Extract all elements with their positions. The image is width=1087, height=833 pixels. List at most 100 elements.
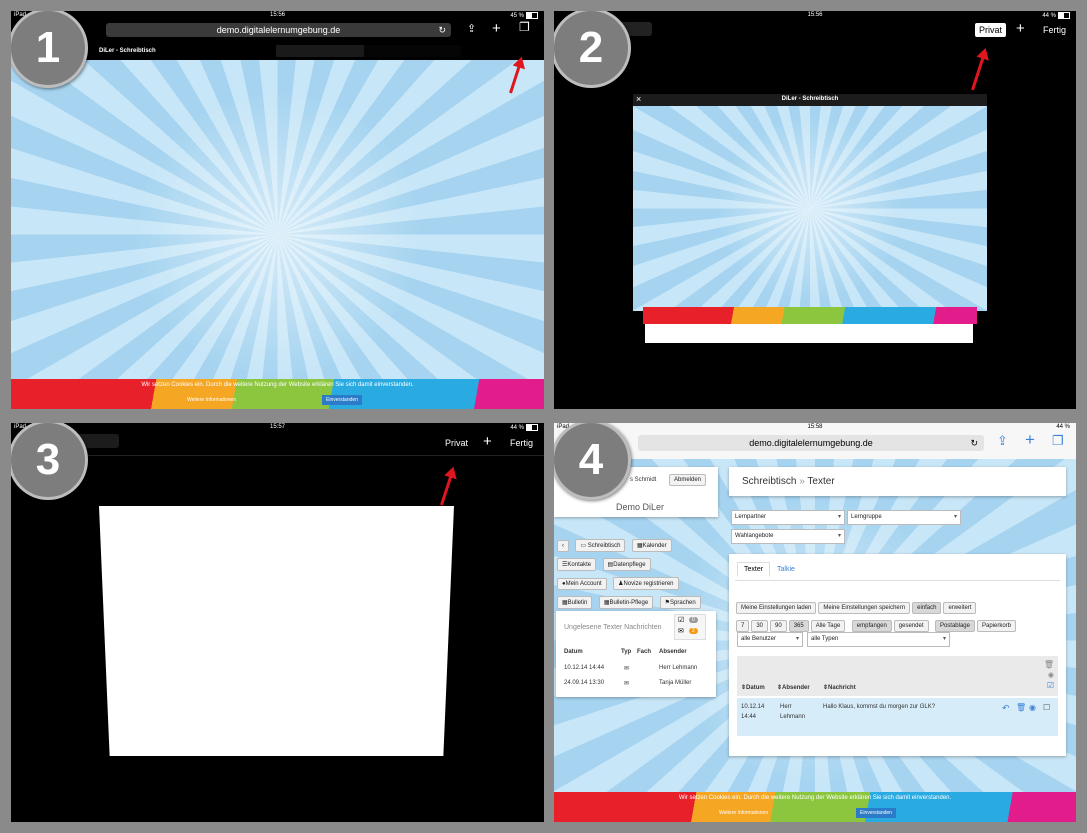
tab-card-footer <box>645 324 973 343</box>
cookie-banner: Wir setzen Cookies ein. Durch die weiter… <box>554 792 1076 822</box>
tab-title[interactable]: DiLer - Schreibtisch <box>99 48 156 54</box>
nav-mein-account[interactable]: ●Mein Account <box>557 578 607 590</box>
battery-percent: 45 % <box>510 13 524 20</box>
agree-button[interactable]: Einverstanden <box>856 808 896 818</box>
tabs-overview-icon[interactable]: ❐ <box>1052 433 1064 449</box>
eye-icon[interactable]: ◉ <box>1029 703 1036 712</box>
save-settings-button[interactable]: Meine Einstellungen speichern <box>818 602 911 614</box>
nav-sprachen[interactable]: ⚑Sprachen <box>659 596 701 609</box>
status-bar: iPad 15:58 44 % <box>554 423 1076 433</box>
panel-step-4: iPad 15:58 44 % demo.digitalelernumgebun… <box>554 423 1076 822</box>
share-icon[interactable]: ⇪ <box>997 433 1008 449</box>
tab-card-cookie-banner <box>643 307 977 324</box>
agree-button[interactable]: Einverstanden <box>322 395 362 405</box>
col-message[interactable]: Nachricht <box>828 685 856 691</box>
all-days-button[interactable]: Alle Tage <box>810 620 846 632</box>
main-nav: ‹ ▭ Schreibtisch ▦Kalender ☰Kontakte ▤Da… <box>556 534 716 610</box>
user-select[interactable]: alle Benutzer <box>737 632 803 647</box>
delete-icon[interactable]: 🗑 <box>1044 660 1054 669</box>
filter-wahlangebote[interactable]: Wahlangebote <box>731 529 845 544</box>
filter-lerngruppe[interactable]: Lerngruppe <box>847 510 961 525</box>
privat-button[interactable]: Privat <box>445 438 468 448</box>
col-sender[interactable]: Absender <box>782 685 810 691</box>
days-365-button[interactable]: 365 <box>788 620 809 632</box>
add-tab-icon[interactable]: + <box>492 20 501 37</box>
breadcrumb-home[interactable]: Schreibtisch <box>742 476 796 487</box>
count-badge: 2 <box>689 628 698 634</box>
back-button[interactable]: ‹ <box>557 540 569 552</box>
fertig-button[interactable]: Fertig <box>1043 25 1066 35</box>
privat-button[interactable]: Privat <box>975 23 1007 37</box>
share-icon[interactable]: ⇪ <box>467 22 476 35</box>
nav-bulletin[interactable]: ▦Bulletin <box>557 596 593 609</box>
days-30-button[interactable]: 30 <box>751 620 769 632</box>
message-list-header: 🗑 ◉ ☑ ⇕Datum ⇕Absender ⇕Nachricht <box>737 656 1058 696</box>
envelope-icon: ✉ <box>624 666 630 672</box>
nav-datenpflege[interactable]: ▤Datenpflege <box>602 558 651 571</box>
browser-toolbar: iPad 15:58 44 % demo.digitalelernumgebun… <box>554 423 1076 459</box>
address-bar[interactable]: demo.digitalelernumgebung.de ↻ <box>106 23 451 37</box>
tab-talkie[interactable]: Talkie <box>777 566 795 573</box>
texter-card: Texter Talkie Meine Einstellungen laden M… <box>729 554 1066 756</box>
type-select[interactable]: alle Typen <box>807 632 950 647</box>
settings-row: Meine Einstellungen laden Meine Einstellu… <box>735 596 977 615</box>
address-bar[interactable]: demo.digitalelernumgebung.de ↻ <box>638 435 984 451</box>
unread-title: Ungelesene Texter Nachrichten <box>564 624 662 631</box>
nav-novize-registrieren[interactable]: ♟Novize registrieren <box>613 577 679 590</box>
days-90-button[interactable]: 90 <box>770 620 787 632</box>
more-info-link[interactable]: Weitere Informationen <box>719 810 768 816</box>
panel-step-1: 1 iPad 15:56 45 % demo.digitalelernumgeb… <box>11 11 544 409</box>
panel-step-2: 2 15:56 44 % Privat + Fertig × DiLer - S… <box>554 11 1076 409</box>
status-time: 15:57 <box>269 424 285 430</box>
tab-card-header: × DiLer - Schreibtisch <box>633 94 987 106</box>
tab-strip: DiLer - Schreibtisch <box>11 45 544 59</box>
step-badge-3: 3 <box>11 423 88 500</box>
cookie-text: Wir setzen Cookies ein. Durch die weiter… <box>678 795 952 801</box>
received-button[interactable]: empfangen <box>851 620 892 632</box>
filter-lernpartner[interactable]: Lernpartner <box>731 510 845 525</box>
blank-private-tab[interactable] <box>99 506 454 756</box>
logout-button[interactable]: Abmelden <box>669 474 707 486</box>
battery-icon <box>526 12 538 19</box>
col-date[interactable]: Datum <box>746 685 765 691</box>
reply-icon[interactable]: ↶ <box>1002 703 1010 714</box>
nav-kontakte[interactable]: ☰Kontakte <box>557 558 597 571</box>
trash-button[interactable]: Papierkorb <box>976 620 1016 632</box>
checkbox-icon[interactable]: ☐ <box>1043 703 1050 712</box>
step-badge-2: 2 <box>554 11 631 88</box>
sent-button[interactable]: gesendet <box>893 620 929 632</box>
count-badge: 0 <box>689 617 698 623</box>
battery-percent: 44 % <box>1056 424 1070 430</box>
nav-bulletin-pflege[interactable]: ▦Bulletin-Pflege <box>598 596 654 609</box>
nav-schreibtisch[interactable]: ▭ Schreibtisch <box>575 539 626 552</box>
advanced-button[interactable]: erweitert <box>943 602 977 614</box>
tab-card-preview[interactable] <box>633 106 987 311</box>
reload-icon[interactable]: ↻ <box>438 23 446 37</box>
nav-kalender[interactable]: ▦Kalender <box>631 539 672 552</box>
fertig-button[interactable]: Fertig <box>510 438 533 448</box>
tabs-overview-icon[interactable]: ❐ <box>519 20 530 34</box>
archive-button[interactable]: Postablage <box>934 620 975 632</box>
simple-button[interactable]: einfach <box>912 602 942 614</box>
tab-texter[interactable]: Texter <box>737 562 771 577</box>
message-row[interactable]: 10.12.14 14:44 Herr Lehmann Hallo Klaus,… <box>737 698 1058 736</box>
load-settings-button[interactable]: Meine Einstellungen laden <box>736 602 817 614</box>
status-bar: iPad 15:56 45 % <box>11 11 544 21</box>
more-info-link[interactable]: Weitere Informationen <box>187 397 236 403</box>
select-all-checkbox-icon[interactable]: ☑ <box>1047 681 1054 690</box>
unread-messages-card: Ungelesene Texter Nachrichten ☑ 0 ✉ 2 Da… <box>556 611 716 697</box>
site-name: Demo DiLer <box>616 502 665 512</box>
red-arrow <box>440 474 453 506</box>
delete-icon[interactable]: 🗑 <box>1016 703 1026 712</box>
battery-icon <box>1058 12 1070 19</box>
reload-icon[interactable]: ↻ <box>970 435 978 451</box>
add-tab-icon[interactable]: + <box>483 433 492 450</box>
add-tab-icon[interactable]: + <box>1025 430 1035 450</box>
add-tab-icon[interactable]: + <box>1016 20 1025 37</box>
page-title: Texter <box>807 476 835 487</box>
days-7-button[interactable]: 7 <box>736 620 750 632</box>
divider <box>11 455 544 456</box>
red-arrow <box>971 55 986 91</box>
day-filter-row: 7 30 90 365 Alle Tage empfangen gesendet Post… <box>735 614 1017 633</box>
eye-icon[interactable]: ◉ <box>1048 671 1054 679</box>
